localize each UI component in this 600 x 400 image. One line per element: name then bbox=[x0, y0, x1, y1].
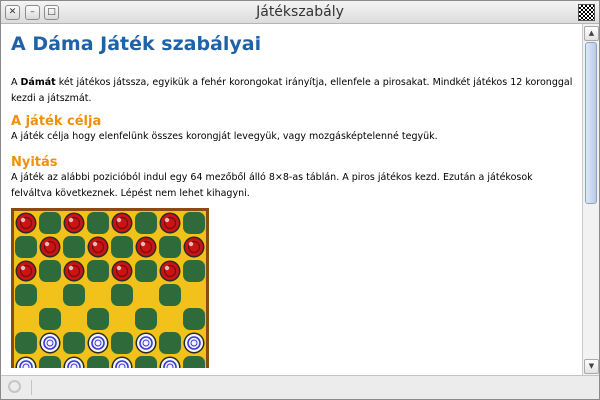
window-title: Játékszabály bbox=[256, 4, 344, 20]
red-piece-highlight bbox=[164, 217, 170, 223]
status-separator bbox=[31, 380, 32, 395]
red-piece bbox=[161, 214, 179, 232]
red-piece bbox=[89, 238, 107, 256]
dark-square bbox=[111, 236, 133, 258]
red-piece-highlight bbox=[164, 265, 170, 271]
dark-square bbox=[39, 260, 61, 282]
opening-heading: Nyitás bbox=[11, 155, 58, 170]
red-piece bbox=[113, 262, 131, 280]
dark-square bbox=[87, 260, 109, 282]
dark-square bbox=[159, 332, 181, 354]
help-window: ✕ – □ Játékszabály A Dáma Játék szabálya… bbox=[0, 0, 600, 400]
dark-square bbox=[183, 260, 205, 282]
red-piece bbox=[113, 214, 131, 232]
red-piece bbox=[17, 262, 35, 280]
loading-spinner-icon bbox=[8, 380, 21, 393]
red-piece-highlight bbox=[116, 265, 122, 271]
red-piece bbox=[65, 262, 83, 280]
intro-bold: Dámát bbox=[20, 77, 56, 88]
dark-square bbox=[135, 356, 157, 368]
dark-square bbox=[15, 236, 37, 258]
dark-square bbox=[111, 332, 133, 354]
red-piece-highlight bbox=[116, 217, 122, 223]
red-piece-highlight bbox=[92, 241, 98, 247]
dark-square bbox=[183, 356, 205, 368]
dark-square bbox=[63, 332, 85, 354]
dark-square bbox=[87, 212, 109, 234]
red-piece-highlight bbox=[68, 217, 74, 223]
red-piece-highlight bbox=[20, 217, 26, 223]
board-image bbox=[11, 208, 209, 368]
dark-square bbox=[87, 308, 109, 330]
dark-square bbox=[39, 212, 61, 234]
dark-square bbox=[135, 308, 157, 330]
red-piece-highlight bbox=[20, 265, 26, 271]
intro-rest: két játékos játssza, egyikük a fehér kor… bbox=[11, 77, 573, 104]
checkers-board bbox=[11, 208, 209, 368]
page-title: A Dáma Játék szabályai bbox=[11, 33, 262, 55]
red-piece bbox=[65, 214, 83, 232]
dark-square bbox=[111, 284, 133, 306]
red-piece bbox=[161, 262, 179, 280]
dark-square bbox=[15, 284, 37, 306]
red-piece-highlight bbox=[188, 241, 194, 247]
vertical-scrollbar[interactable]: ▲ ▼ bbox=[582, 24, 599, 376]
red-piece bbox=[185, 238, 203, 256]
scrollbar-thumb[interactable] bbox=[585, 42, 597, 204]
red-piece-highlight bbox=[140, 241, 146, 247]
red-piece bbox=[41, 238, 59, 256]
dark-square bbox=[87, 356, 109, 368]
goal-heading: A játék célja bbox=[11, 114, 102, 129]
checkerboard-icon[interactable] bbox=[578, 4, 595, 21]
dark-square bbox=[135, 260, 157, 282]
dark-square bbox=[15, 332, 37, 354]
dark-square bbox=[63, 236, 85, 258]
goal-paragraph: A játék célja hogy elenfelünk összes kor… bbox=[11, 131, 438, 142]
status-bar bbox=[1, 375, 599, 399]
red-piece-highlight bbox=[68, 265, 74, 271]
red-piece bbox=[137, 238, 155, 256]
scroll-down-arrow-icon[interactable]: ▼ bbox=[584, 359, 599, 374]
dark-square bbox=[159, 236, 181, 258]
opening-paragraph: A játék az alábbi pozicióból indul egy 6… bbox=[11, 172, 533, 199]
red-piece-highlight bbox=[44, 241, 50, 247]
document-view[interactable]: A Dáma Játék szabályai A Dámát két játék… bbox=[1, 24, 583, 376]
scroll-up-arrow-icon[interactable]: ▲ bbox=[584, 26, 599, 41]
dark-square bbox=[183, 212, 205, 234]
dark-square bbox=[159, 284, 181, 306]
intro-prefix: A bbox=[11, 77, 21, 88]
title-bar[interactable]: ✕ – □ Játékszabály bbox=[1, 1, 599, 24]
dark-square bbox=[39, 308, 61, 330]
dark-square bbox=[183, 308, 205, 330]
dark-square bbox=[39, 356, 61, 368]
dark-square bbox=[135, 212, 157, 234]
red-piece bbox=[17, 214, 35, 232]
intro-paragraph: A Dámát két játékos játssza, egyikük a f… bbox=[11, 75, 573, 107]
dark-square bbox=[63, 284, 85, 306]
